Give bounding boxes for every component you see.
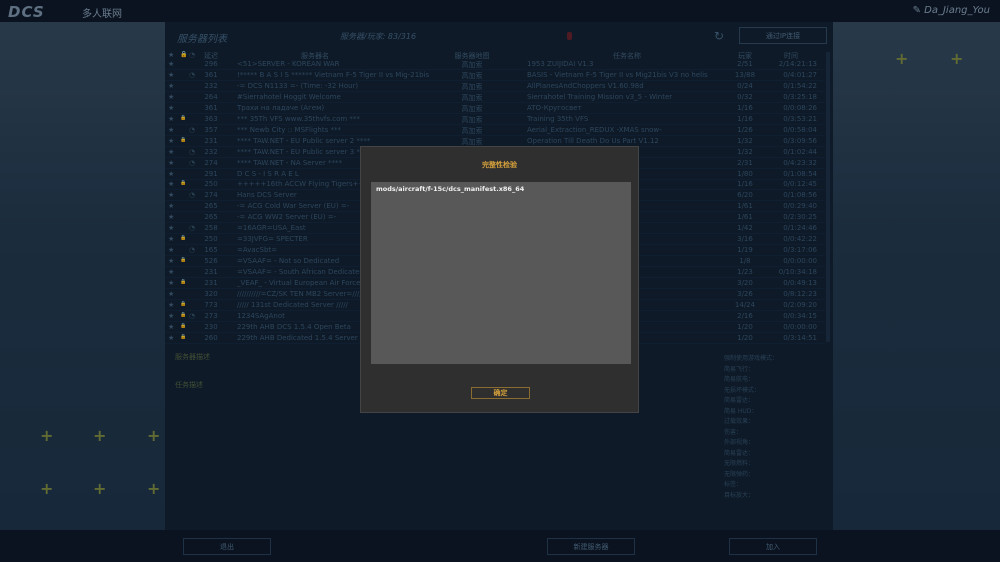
dialog-title: 完整性检验 xyxy=(482,161,517,169)
ok-button[interactable]: 确定 xyxy=(471,387,530,399)
dialog-message-area[interactable]: mods/aircraft/f-15c/dcs_manifest.x86_64 xyxy=(371,182,631,364)
integrity-check-dialog: 完整性检验 mods/aircraft/f-15c/dcs_manifest.x… xyxy=(360,146,639,413)
